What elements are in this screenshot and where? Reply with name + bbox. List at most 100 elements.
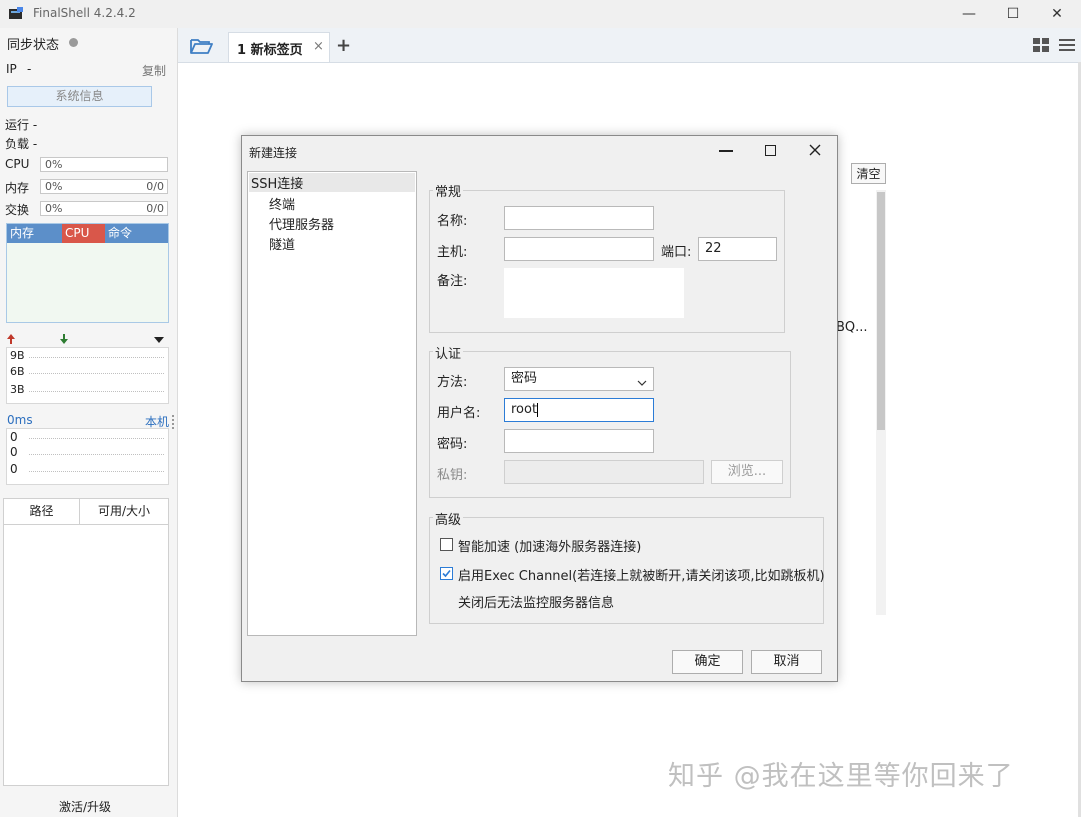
method-label: 方法: bbox=[437, 375, 468, 390]
smart-accel-label[interactable]: 智能加速 (加速海外服务器连接) bbox=[458, 536, 641, 555]
checkmark-icon bbox=[442, 569, 451, 578]
method-select[interactable]: 密码 bbox=[504, 367, 654, 391]
smart-accel-checkbox[interactable] bbox=[440, 538, 453, 551]
menu-icon[interactable] bbox=[1059, 38, 1075, 52]
net-row-label: 6B bbox=[10, 365, 25, 378]
process-col-mem[interactable]: 内存 bbox=[7, 224, 62, 243]
cancel-button[interactable]: 取消 bbox=[751, 650, 822, 674]
mem-detail: 0/0 bbox=[146, 180, 164, 193]
tree-item-ssh[interactable]: SSH连接 bbox=[249, 173, 415, 192]
process-col-command[interactable]: 命令 bbox=[105, 224, 168, 243]
name-input[interactable] bbox=[504, 206, 654, 230]
background-truncated-text: BQ... bbox=[836, 320, 868, 335]
exec-channel-note: 关闭后无法监控服务器信息 bbox=[458, 596, 615, 611]
username-input[interactable]: root bbox=[504, 398, 654, 422]
password-label: 密码: bbox=[437, 437, 468, 452]
disk-col-size[interactable]: 可用/大小 bbox=[80, 499, 168, 524]
private-key-input bbox=[504, 460, 704, 484]
ping-row-label: 0 bbox=[10, 430, 18, 444]
close-icon: ✕ bbox=[1051, 6, 1063, 22]
exec-channel-checkbox[interactable] bbox=[440, 567, 453, 580]
net-row-label: 3B bbox=[10, 383, 25, 396]
text-cursor bbox=[537, 402, 539, 417]
mem-label: 内存 bbox=[5, 181, 30, 195]
dialog-close-icon[interactable] bbox=[807, 142, 823, 158]
copy-ip-link[interactable]: 复制 bbox=[142, 62, 166, 79]
swap-label: 交换 bbox=[5, 203, 30, 217]
port-label: 端口: bbox=[661, 245, 692, 260]
chevron-down-icon bbox=[637, 374, 647, 386]
download-arrow-icon bbox=[58, 333, 70, 345]
sync-status-dot bbox=[69, 38, 78, 47]
add-tab-icon[interactable]: + bbox=[336, 35, 351, 56]
app-logo-icon bbox=[8, 6, 24, 22]
tree-item-terminal[interactable]: 终端 bbox=[269, 194, 295, 213]
username-label: 用户名: bbox=[437, 406, 481, 421]
auth-group-label: 认证 bbox=[433, 343, 464, 362]
tree-item-proxy[interactable]: 代理服务器 bbox=[269, 214, 334, 233]
browse-button: 浏览... bbox=[711, 460, 783, 484]
swap-detail: 0/0 bbox=[146, 202, 164, 215]
ping-row-label: 0 bbox=[10, 462, 18, 476]
watermark: 知乎 @我在这里等你回来了 bbox=[668, 761, 1014, 792]
network-interface-dropdown-icon[interactable] bbox=[153, 334, 165, 344]
cpu-meter: 0% bbox=[40, 157, 168, 172]
mem-meter: 0% 0/0 bbox=[40, 179, 168, 194]
tree-item-tunnel[interactable]: 隧道 bbox=[269, 234, 295, 253]
host-input[interactable] bbox=[504, 237, 654, 261]
activate-upgrade-link[interactable]: 激活/升级 bbox=[59, 798, 111, 815]
net-row-label: 9B bbox=[10, 349, 25, 362]
port-input[interactable]: 22 bbox=[698, 237, 777, 261]
cpu-value: 0% bbox=[45, 158, 63, 171]
network-chart: 9B 6B 3B bbox=[6, 347, 169, 404]
private-key-label: 私钥: bbox=[437, 468, 468, 483]
maximize-icon: ☐ bbox=[1006, 6, 1020, 22]
folder-open-icon[interactable] bbox=[189, 37, 213, 55]
app-title: FinalShell 4.2.4.2 bbox=[33, 6, 136, 20]
close-button[interactable]: ✕ bbox=[1035, 0, 1079, 28]
ping-row-label: 0 bbox=[10, 445, 18, 459]
disk-table[interactable]: 路径 可用/大小 bbox=[3, 498, 169, 786]
process-table-header: 内存 CPU 命令 bbox=[7, 224, 168, 243]
disk-col-path[interactable]: 路径 bbox=[4, 499, 80, 524]
dialog-maximize-icon[interactable] bbox=[765, 145, 776, 156]
system-info-button[interactable]: 系统信息 bbox=[7, 86, 152, 107]
ip-label: IP bbox=[6, 62, 17, 76]
clear-button[interactable]: 清空 bbox=[851, 163, 886, 184]
ping-chart: 0 0 0 bbox=[6, 428, 169, 485]
process-col-cpu[interactable]: CPU bbox=[62, 224, 105, 243]
cpu-label: CPU bbox=[5, 157, 30, 171]
grid-view-icon[interactable] bbox=[1033, 38, 1049, 52]
swap-meter: 0% 0/0 bbox=[40, 201, 168, 216]
ip-value: - bbox=[27, 62, 32, 76]
run-label: 运行 - bbox=[5, 118, 38, 132]
minimize-button[interactable]: — bbox=[947, 0, 991, 28]
dialog-minimize-icon[interactable] bbox=[719, 150, 733, 152]
note-textarea[interactable] bbox=[504, 268, 684, 318]
sidebar-resize-handle[interactable] bbox=[172, 415, 178, 429]
swap-value: 0% bbox=[45, 202, 63, 215]
tab-new-tab[interactable]: 1 新标签页 × bbox=[228, 32, 330, 62]
host-label: 主机: bbox=[437, 245, 468, 260]
process-table[interactable]: 内存 CPU 命令 bbox=[6, 223, 169, 323]
password-input[interactable] bbox=[504, 429, 654, 453]
load-label: 负载 - bbox=[5, 137, 38, 151]
window-titlebar bbox=[0, 0, 1081, 28]
exec-channel-label[interactable]: 启用Exec Channel(若连接上就被断开,请关闭该项,比如跳板机) bbox=[458, 565, 825, 584]
general-group-label: 常规 bbox=[433, 181, 464, 200]
ok-button[interactable]: 确定 bbox=[672, 650, 743, 674]
advanced-group-label: 高级 bbox=[433, 509, 464, 528]
maximize-button[interactable]: ☐ bbox=[991, 0, 1035, 28]
upload-arrow-icon bbox=[5, 333, 17, 345]
mem-value: 0% bbox=[45, 180, 63, 193]
name-label: 名称: bbox=[437, 214, 468, 229]
minimize-icon: — bbox=[962, 6, 976, 22]
tab-label: 1 新标签页 bbox=[237, 43, 303, 58]
tab-close-icon[interactable]: × bbox=[313, 39, 324, 54]
method-value: 密码 bbox=[511, 371, 538, 386]
disk-table-header: 路径 可用/大小 bbox=[4, 499, 168, 525]
username-value: root bbox=[511, 402, 538, 417]
content-scrollbar-thumb[interactable] bbox=[877, 192, 885, 430]
settings-tree: SSH连接 终端 代理服务器 隧道 bbox=[247, 171, 417, 636]
ping-latency: 0ms bbox=[7, 413, 33, 427]
